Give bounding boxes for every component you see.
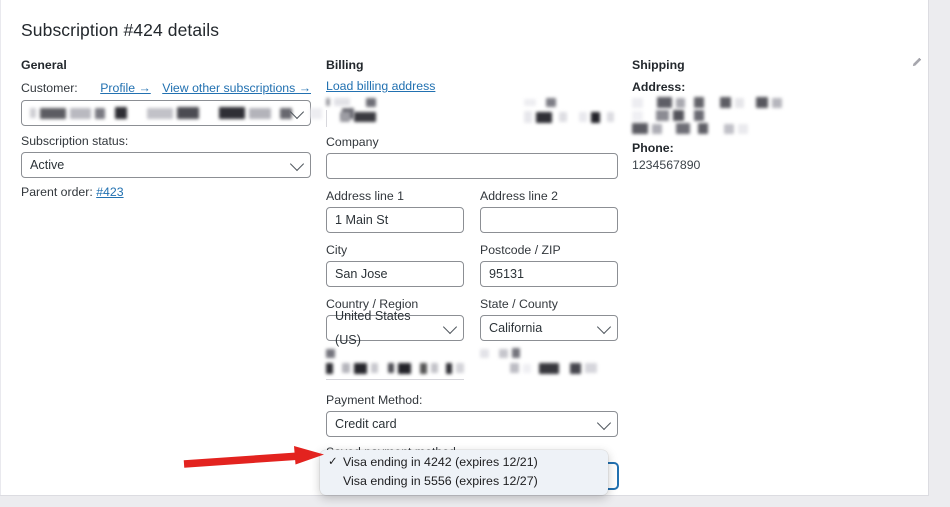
billing-first-name-value-redacted[interactable] <box>340 112 464 122</box>
chevron-down-icon <box>290 157 304 171</box>
load-billing-address-row: Load billing address <box>326 79 618 94</box>
dropdown-option-label: Visa ending in 5556 (expires 12/27) <box>343 473 538 490</box>
chevron-down-icon <box>597 416 611 430</box>
shipping-heading: Shipping <box>632 58 685 72</box>
city-label: City <box>326 242 464 258</box>
postcode-input[interactable] <box>480 261 618 287</box>
subscription-status-value: Active <box>30 153 64 177</box>
company-input[interactable] <box>326 153 618 179</box>
chevron-down-icon <box>443 320 457 334</box>
state-field: State / County California <box>480 296 618 341</box>
subscription-status-label: Subscription status: <box>21 133 311 149</box>
subscription-status-select[interactable]: Active <box>21 152 311 178</box>
shipping-address-label: Address: <box>632 79 922 96</box>
country-select[interactable]: United States (US) <box>326 315 464 341</box>
chevron-down-icon <box>597 320 611 334</box>
billing-last-name-value-redacted[interactable] <box>524 112 618 122</box>
company-label: Company <box>326 134 618 150</box>
state-label: State / County <box>480 296 618 312</box>
country-state-pair: Country / Region United States (US) Stat… <box>326 296 618 341</box>
city-postcode-pair: City Postcode / ZIP <box>326 242 618 287</box>
screenshot-root: Subscription #424 details General Custom… <box>0 0 950 507</box>
dropdown-option-label: Visa ending in 4242 (expires 12/21) <box>343 454 538 471</box>
customer-label: Customer: <box>21 80 78 96</box>
shipping-phone-label: Phone: <box>632 140 922 157</box>
customer-value-redacted <box>30 108 354 118</box>
billing-email-field <box>326 349 464 380</box>
billing-first-name-field <box>326 98 464 128</box>
saved-payment-method-dropdown[interactable]: ✓ Visa ending in 4242 (expires 12/21) Vi… <box>320 450 608 495</box>
country-value: United States (US) <box>335 304 439 352</box>
address-line-2-label: Address line 2 <box>480 188 618 204</box>
city-input[interactable] <box>326 261 464 287</box>
admin-content-card: Subscription #424 details General Custom… <box>0 0 929 496</box>
shipping-heading-row: Shipping <box>632 58 922 79</box>
country-field: Country / Region United States (US) <box>326 296 464 341</box>
address-line-1-input[interactable] <box>326 207 464 233</box>
profile-link[interactable]: Profile → <box>100 81 151 95</box>
shipping-section: Shipping Address: <box>632 58 922 173</box>
general-section: General Customer: Profile → View other s… <box>21 58 311 199</box>
load-billing-address-link[interactable]: Load billing address <box>326 79 435 93</box>
postcode-label: Postcode / ZIP <box>480 242 618 258</box>
customer-label-row: Customer: Profile → View other subscript… <box>21 79 311 97</box>
billing-last-name-field <box>480 98 618 128</box>
address-line-2-input[interactable] <box>480 207 618 233</box>
parent-order-row: Parent order: #423 <box>21 185 311 199</box>
dropdown-option-visa-4242[interactable]: ✓ Visa ending in 4242 (expires 12/21) <box>320 453 608 472</box>
postcode-field: Postcode / ZIP <box>480 242 618 287</box>
billing-name-pair <box>326 98 618 128</box>
page-title: Subscription #424 details <box>21 20 219 41</box>
general-heading: General <box>21 58 311 72</box>
customer-select[interactable] <box>21 100 311 126</box>
address-line-1-field: Address line 1 <box>326 188 464 233</box>
pencil-icon[interactable] <box>911 57 922 68</box>
parent-order-link[interactable]: #423 <box>96 185 123 199</box>
dropdown-option-visa-5556[interactable]: Visa ending in 5556 (expires 12/27) <box>320 472 608 491</box>
billing-phone-label-redacted <box>480 349 618 357</box>
payment-method-label: Payment Method: <box>326 392 618 408</box>
billing-phone-field <box>480 349 618 380</box>
payment-method-select[interactable]: Credit card <box>326 411 618 437</box>
check-icon: ✓ <box>328 454 339 471</box>
shipping-phone-value: 1234567890 <box>632 157 922 173</box>
state-value: California <box>489 316 542 340</box>
billing-email-value-redacted[interactable] <box>326 363 464 373</box>
view-other-subscriptions-link[interactable]: View other subscriptions → <box>162 81 311 95</box>
billing-email-underline <box>326 379 464 380</box>
address-lines-pair: Address line 1 Address line 2 <box>326 188 618 233</box>
billing-email-phone-pair <box>326 349 618 380</box>
payment-method-value: Credit card <box>335 412 397 436</box>
address-line-1-label: Address line 1 <box>326 188 464 204</box>
state-select[interactable]: California <box>480 315 618 341</box>
customer-links: Profile → View other subscriptions → <box>100 79 311 97</box>
city-field: City <box>326 242 464 287</box>
billing-phone-value-redacted[interactable] <box>510 363 618 373</box>
billing-first-name-label-redacted <box>326 98 464 106</box>
billing-section: Billing Load billing address <box>326 58 618 489</box>
billing-last-name-label-redacted <box>480 98 618 106</box>
shipping-address-redacted <box>632 96 922 135</box>
address-line-2-field: Address line 2 <box>480 188 618 233</box>
billing-heading: Billing <box>326 58 618 72</box>
parent-order-label: Parent order: <box>21 185 93 199</box>
